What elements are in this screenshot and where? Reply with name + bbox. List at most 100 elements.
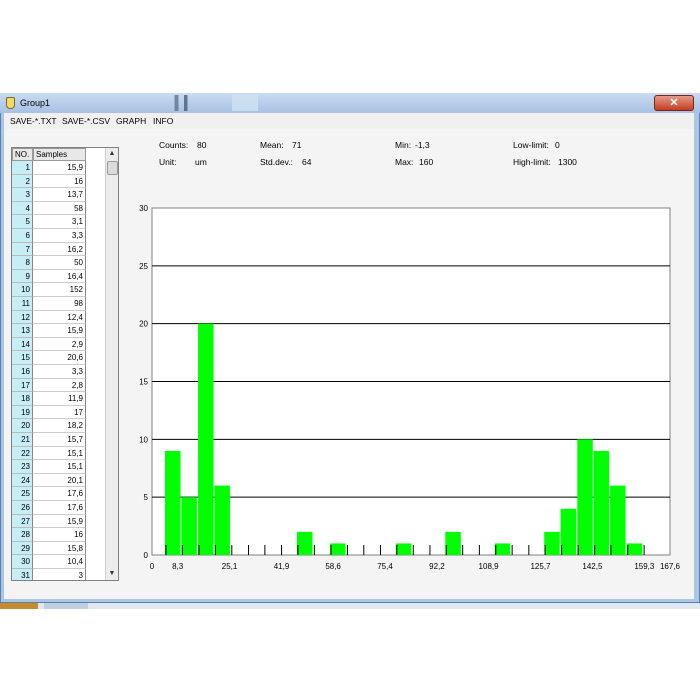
table-row[interactable]: 30 10,4: [12, 555, 104, 569]
table-row[interactable]: 28 16: [12, 528, 104, 542]
samples-table[interactable]: NO. Samples 1 15,9 2 16 3 13,7 4 58 5 3,1 6 3,3 7 16,…: [11, 147, 119, 581]
sample-value[interactable]: 17,6: [33, 501, 86, 515]
scrollbar-thumb[interactable]: [107, 161, 118, 175]
sample-value[interactable]: 16,2: [33, 242, 86, 257]
table-row[interactable]: 2 16: [12, 174, 104, 189]
menu-save-txt[interactable]: SAVE-*.TXT: [10, 116, 57, 126]
table-row[interactable]: 10 152: [12, 283, 104, 297]
table-row[interactable]: 16 3,3: [12, 365, 104, 379]
sample-value[interactable]: 2,8: [33, 378, 86, 393]
sample-value[interactable]: 15,8: [33, 541, 86, 556]
title-bar[interactable]: Group1 ✕: [0, 93, 700, 113]
table-row[interactable]: 12 12,4: [12, 310, 104, 325]
sample-value[interactable]: 10,4: [33, 555, 86, 569]
row-number[interactable]: 31: [12, 569, 33, 580]
sample-value[interactable]: 15,9: [33, 161, 86, 175]
scroll-up-icon[interactable]: ▲: [106, 148, 118, 160]
row-number[interactable]: 20: [12, 419, 33, 433]
row-number[interactable]: 19: [12, 405, 33, 420]
table-row[interactable]: 6 3,3: [12, 229, 104, 243]
table-row[interactable]: 23 15,1: [12, 460, 104, 474]
row-number[interactable]: 12: [12, 310, 33, 325]
table-row[interactable]: 20 18,2: [12, 419, 104, 433]
row-number[interactable]: 26: [12, 501, 33, 515]
table-row[interactable]: 15 20,6: [12, 351, 104, 365]
table-row[interactable]: 8 50: [12, 256, 104, 270]
sample-value[interactable]: 15,9: [33, 514, 86, 529]
sample-value[interactable]: 3: [33, 569, 86, 580]
table-row[interactable]: 19 17: [12, 405, 104, 420]
table-row[interactable]: 13 15,9: [12, 324, 104, 338]
row-number[interactable]: 11: [12, 297, 33, 311]
row-number[interactable]: 6: [12, 229, 33, 243]
sample-value[interactable]: 20,6: [33, 351, 86, 365]
row-number[interactable]: 15: [12, 351, 33, 365]
close-button[interactable]: ✕: [654, 95, 694, 111]
sample-value[interactable]: 15,1: [33, 446, 86, 461]
row-number[interactable]: 29: [12, 541, 33, 556]
table-row[interactable]: 7 16,2: [12, 242, 104, 257]
sample-value[interactable]: 3,1: [33, 215, 86, 229]
table-row[interactable]: 17 2,8: [12, 378, 104, 393]
table-row[interactable]: 31 3: [12, 569, 104, 580]
row-number[interactable]: 27: [12, 514, 33, 529]
sample-value[interactable]: 12,4: [33, 310, 86, 325]
row-number[interactable]: 1: [12, 161, 33, 175]
row-number[interactable]: 25: [12, 487, 33, 501]
table-row[interactable]: 14 2,9: [12, 337, 104, 352]
row-number[interactable]: 14: [12, 337, 33, 352]
table-row[interactable]: 3 13,7: [12, 188, 104, 202]
row-number[interactable]: 13: [12, 324, 33, 338]
sample-value[interactable]: 98: [33, 297, 86, 311]
sample-value[interactable]: 50: [33, 256, 86, 270]
table-row[interactable]: 5 3,1: [12, 215, 104, 229]
menu-graph[interactable]: GRAPH: [116, 116, 146, 126]
table-row[interactable]: 18 11,9: [12, 392, 104, 406]
sample-value[interactable]: 20,1: [33, 473, 86, 488]
table-row[interactable]: 21 15,7: [12, 433, 104, 447]
row-number[interactable]: 24: [12, 473, 33, 488]
sample-value[interactable]: 11,9: [33, 392, 86, 406]
table-row[interactable]: 4 58: [12, 201, 104, 216]
sample-value[interactable]: 152: [33, 283, 86, 297]
table-row[interactable]: 25 17,6: [12, 487, 104, 501]
table-row[interactable]: 11 98: [12, 297, 104, 311]
row-number[interactable]: 22: [12, 446, 33, 461]
sample-value[interactable]: 13,7: [33, 188, 86, 202]
row-number[interactable]: 28: [12, 528, 33, 542]
column-header-no[interactable]: NO.: [12, 148, 33, 161]
row-number[interactable]: 10: [12, 283, 33, 297]
table-row[interactable]: 29 15,8: [12, 541, 104, 556]
row-number[interactable]: 30: [12, 555, 33, 569]
table-row[interactable]: 9 16,4: [12, 269, 104, 284]
sample-value[interactable]: 2,9: [33, 337, 86, 352]
table-row[interactable]: 22 15,1: [12, 446, 104, 461]
sample-value[interactable]: 16,4: [33, 269, 86, 284]
sample-value[interactable]: 18,2: [33, 419, 86, 433]
sample-value[interactable]: 15,7: [33, 433, 86, 447]
sample-value[interactable]: 16: [33, 174, 86, 189]
row-number[interactable]: 7: [12, 242, 33, 257]
row-number[interactable]: 8: [12, 256, 33, 270]
row-number[interactable]: 3: [12, 188, 33, 202]
sample-value[interactable]: 17: [33, 405, 86, 420]
sample-value[interactable]: 17,6: [33, 487, 86, 501]
menu-save-csv[interactable]: SAVE-*.CSV: [62, 116, 110, 126]
row-number[interactable]: 23: [12, 460, 33, 474]
row-number[interactable]: 21: [12, 433, 33, 447]
row-number[interactable]: 16: [12, 365, 33, 379]
row-number[interactable]: 17: [12, 378, 33, 393]
row-number[interactable]: 5: [12, 215, 33, 229]
row-number[interactable]: 18: [12, 392, 33, 406]
menu-info[interactable]: INFO: [153, 116, 173, 126]
sample-value[interactable]: 3,3: [33, 229, 86, 243]
sample-value[interactable]: 3,3: [33, 365, 86, 379]
sample-value[interactable]: 15,1: [33, 460, 86, 474]
sample-value[interactable]: 15,9: [33, 324, 86, 338]
sample-value[interactable]: 58: [33, 201, 86, 216]
table-row[interactable]: 26 17,6: [12, 501, 104, 515]
table-row[interactable]: 24 20,1: [12, 473, 104, 488]
row-number[interactable]: 4: [12, 201, 33, 216]
table-row[interactable]: 27 15,9: [12, 514, 104, 529]
row-number[interactable]: 9: [12, 269, 33, 284]
